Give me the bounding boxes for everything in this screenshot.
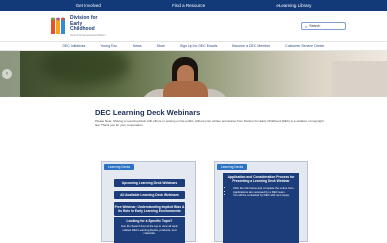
application-step: You will be contacted by DEC with next s… (233, 194, 295, 198)
nav-item-customer-service[interactable]: Customer Service Center (285, 44, 324, 48)
search-input[interactable]: ⌕ Search (301, 22, 346, 30)
implicit-bias-webinar-button[interactable]: Free Webinar: Understanding Implicit Bia… (114, 202, 185, 216)
page-title: DEC Learning Deck Webinars (95, 108, 201, 117)
nav-item-young-exc[interactable]: Young Exc. (100, 44, 118, 48)
specific-topic-box: Looking for a Specific Topic? Use the Se… (114, 217, 185, 243)
dec-logo[interactable]: Division for Early Childhood Council for… (50, 15, 110, 39)
panel-tag: Learning Decks (217, 164, 248, 170)
application-steps: Click the link below and complete the on… (227, 186, 295, 198)
page-description: Please Note: Sharing a Learning Deck wit… (95, 119, 324, 127)
nav-item-store[interactable]: Store (157, 44, 165, 48)
topbar-item-get-involved[interactable]: Get Involved (76, 3, 101, 8)
logo-text: Division for Early Childhood (70, 15, 98, 32)
learning-decks-panel: Learning Decks Upcoming Learning Deck We… (101, 161, 196, 243)
chevron-left-icon[interactable]: ‹ (2, 69, 12, 79)
application-title: Application and Consideration Process fo… (227, 175, 295, 183)
hero-image: ‹ (0, 51, 387, 97)
logo-subtext: Council for Exceptional Children (70, 34, 106, 37)
nav-item-initiatives[interactable]: DEC Initiatives (62, 44, 85, 48)
logo-mark-icon (51, 17, 65, 34)
utility-bar: Get Involved Find a Resource eLearning L… (0, 0, 387, 11)
site-header: Division for Early Childhood Council for… (0, 11, 387, 42)
application-box: Application and Consideration Process fo… (223, 173, 299, 243)
topbar-item-elearning[interactable]: eLearning Library (276, 3, 311, 8)
topbar-item-find-resource[interactable]: Find a Resource (172, 3, 205, 8)
presenting-panel: Learning Decks Application and Considera… (214, 161, 308, 243)
search-icon: ⌕ (305, 23, 308, 29)
nav-item-news[interactable]: News (133, 44, 142, 48)
upcoming-webinars-button[interactable]: Upcoming Learning Deck Webinars (114, 179, 185, 187)
main-nav: DEC Initiatives Young Exc. News Store Si… (0, 42, 387, 51)
all-webinars-button[interactable]: All Available Learning Deck Webinars (114, 191, 185, 199)
nav-item-member[interactable]: Become a DEC Member (232, 44, 270, 48)
specific-topic-title: Looking for a Specific Topic? (126, 219, 173, 223)
nav-item-sign-up[interactable]: Sign Up for DEC Emails (180, 44, 217, 48)
specific-topic-body: Use the Search box at the top to view al… (121, 224, 178, 236)
search-placeholder: Search (309, 24, 321, 28)
panel-tag: Learning Decks (104, 164, 135, 170)
